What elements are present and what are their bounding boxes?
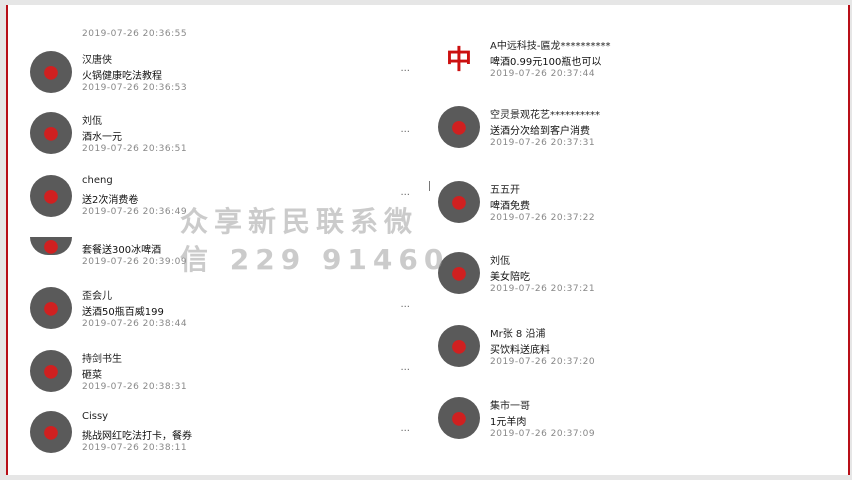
commenter-name: 汉唐侠 [82, 55, 112, 66]
more-options-icon[interactable]: ... [400, 187, 410, 198]
avatar[interactable]: ● [30, 237, 72, 255]
comment-time: 2019-07-26 20:38:44 [82, 319, 188, 329]
avatar[interactable]: ● [30, 51, 72, 93]
avatar-icon: ● [451, 407, 467, 429]
comment-item[interactable]: ● 刘佤 美女陪吃 2019-07-26 20:37:21 [438, 250, 818, 310]
more-options-icon[interactable]: ... [400, 63, 410, 74]
comment-text: 套餐送300冰啤酒 [82, 245, 162, 256]
commenter-name: Cissy [82, 411, 109, 422]
commenter-name: 歪会儿 [82, 291, 112, 302]
comment-item[interactable]: ● Cissy 挑战网红吃法打卡，餐券 2019-07-26 20:38:11 … [30, 409, 410, 469]
comment-text: 送酒50瓶百威199 [82, 307, 164, 318]
commenter-name: A中远科技-匾龙********** [490, 41, 611, 52]
avatar-icon: ● [43, 185, 59, 207]
comment-time: 2019-07-26 20:37:22 [490, 213, 596, 223]
avatar-icon: ● [451, 191, 467, 213]
comment-time: 2019-07-26 20:37:21 [490, 284, 596, 294]
more-options-icon[interactable]: ... [400, 124, 410, 135]
comment-text: 啤酒0.99元100瓶也可以 [490, 57, 602, 68]
commenter-name: 刘佤 [82, 116, 102, 127]
comment-item[interactable]: ● Mr张 8 沿浦 买饮料送底料 2019-07-26 20:37:20 [438, 323, 818, 383]
avatar[interactable]: ● [30, 112, 72, 154]
comment-time: 2019-07-26 20:36:51 [82, 144, 188, 154]
avatar-icon: ● [43, 122, 59, 144]
avatar[interactable]: ● [30, 175, 72, 217]
comment-item[interactable]: ● 歪会儿 送酒50瓶百威199 2019-07-26 20:38:44 ... [30, 285, 410, 345]
comment-text: 砸菜 [82, 370, 102, 381]
watermark-line-1: 众享新民联系微 [180, 205, 419, 238]
comment-time: 2019-07-26 20:39:09 [82, 257, 188, 267]
comment-time: 2019-07-26 20:37:31 [490, 138, 596, 148]
comment-item[interactable]: 2019-07-26 20:36:55 [30, 0, 410, 55]
commenter-name: cheng [82, 175, 113, 186]
comment-text: 火锅健康吃法教程 [82, 71, 162, 82]
avatar-icon: ● [451, 116, 467, 138]
comment-text: 送2次消费卷 [82, 195, 139, 206]
comment-text: 送酒分次给到客户消费 [490, 126, 590, 137]
more-options-icon[interactable]: ... [400, 362, 410, 373]
comment-time: 2019-07-26 20:37:09 [490, 429, 596, 439]
comment-time: 2019-07-26 20:38:31 [82, 382, 188, 392]
watermark: 众享新民联系微 信 229 91460 [180, 203, 449, 279]
avatar[interactable]: ● [30, 350, 72, 392]
commenter-name: 持剑书生 [82, 354, 122, 365]
commenter-name: 空灵景观花艺********** [490, 110, 600, 121]
avatar[interactable]: 中 [438, 37, 480, 79]
comment-item[interactable]: ● 空灵景观花艺********** 送酒分次给到客户消费 2019-07-26… [438, 104, 818, 164]
comment-text: 1元羊肉 [490, 417, 527, 428]
comment-time: 2019-07-26 20:36:53 [82, 83, 188, 93]
comment-time: 2019-07-26 20:37:20 [490, 357, 596, 367]
comment-feed-frame: 2019-07-26 20:36:55 ● 汉唐侠 火锅健康吃法教程 2019-… [6, 5, 850, 475]
comment-text: 酒水一元 [82, 132, 122, 143]
comment-time: 2019-07-26 20:37:44 [490, 69, 596, 79]
avatar[interactable]: ● [438, 325, 480, 367]
comment-text: 买饮料送底料 [490, 345, 550, 356]
comment-time: 2019-07-26 20:36:55 [82, 29, 188, 39]
comment-text: 美女陪吃 [490, 272, 530, 283]
comment-time: 2019-07-26 20:36:49 [82, 207, 188, 217]
comment-item[interactable]: 中 A中远科技-匾龙********** 啤酒0.99元100瓶也可以 2019… [438, 35, 818, 95]
more-options-icon[interactable]: ... [400, 423, 410, 434]
text-cursor [429, 181, 430, 191]
avatar-icon: ● [451, 335, 467, 357]
logo-icon: 中 [445, 45, 473, 76]
watermark-line-2: 信 229 91460 [180, 243, 450, 276]
comment-item[interactable]: ● 持剑书生 砸菜 2019-07-26 20:38:31 ... [30, 348, 410, 408]
avatar[interactable]: ● [30, 411, 72, 453]
comment-item[interactable]: ● 汉唐侠 火锅健康吃法教程 2019-07-26 20:36:53 ... [30, 49, 410, 109]
avatar-icon: ● [451, 262, 467, 284]
commenter-name: 五五开 [490, 185, 520, 196]
avatar-icon: ● [43, 360, 59, 382]
avatar-icon: ● [43, 421, 59, 443]
avatar-icon: ● [43, 297, 59, 319]
avatar[interactable]: ● [438, 106, 480, 148]
commenter-name: Mr张 8 沿浦 [490, 329, 546, 340]
avatar-icon: ● [43, 237, 59, 255]
more-options-icon[interactable]: ... [400, 299, 410, 310]
commenter-name: 集市一哥 [490, 401, 530, 412]
comment-item[interactable]: ● 集市一哥 1元羊肉 2019-07-26 20:37:09 [438, 395, 818, 455]
avatar[interactable]: ● [438, 397, 480, 439]
comment-item[interactable]: ● 刘佤 酒水一元 2019-07-26 20:36:51 ... [30, 110, 410, 170]
comment-item[interactable]: ● 五五开 啤酒免费 2019-07-26 20:37:22 [438, 179, 818, 239]
comment-time: 2019-07-26 20:38:11 [82, 443, 188, 453]
commenter-name: 刘佤 [490, 256, 510, 267]
avatar[interactable]: ● [30, 287, 72, 329]
avatar-icon: ● [43, 61, 59, 83]
comment-text: 啤酒免费 [490, 201, 530, 212]
comment-text: 挑战网红吃法打卡，餐券 [82, 431, 192, 442]
